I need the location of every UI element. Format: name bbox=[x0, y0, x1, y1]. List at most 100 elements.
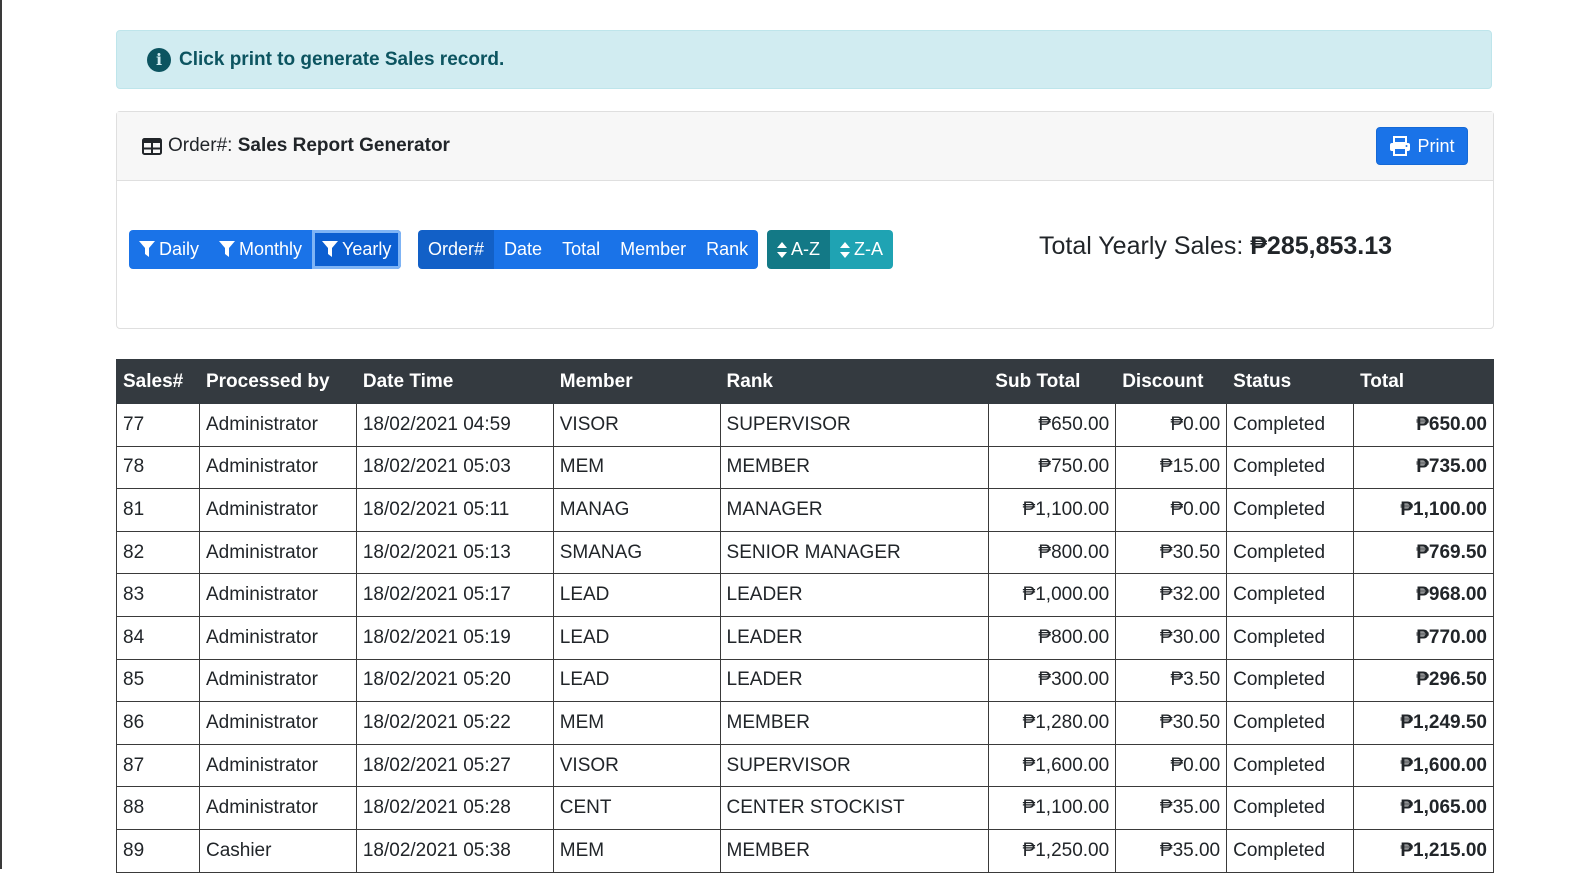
table-cell: Completed bbox=[1226, 488, 1355, 532]
table-cell: LEAD bbox=[552, 615, 721, 660]
table-cell: Completed bbox=[1226, 403, 1355, 447]
filter-monthly-button[interactable]: Monthly bbox=[209, 230, 313, 269]
table-row: 81 Administrator 18/02/2021 05:11 MANAG MANA… bbox=[116, 488, 1494, 532]
table-cell: ₱300.00 bbox=[988, 658, 1117, 703]
sort-member-label: Member bbox=[620, 239, 687, 259]
filter-daily-button[interactable]: Daily bbox=[129, 230, 210, 269]
table-cell: MEMBER bbox=[719, 828, 990, 873]
sort-asc-button[interactable]: A-Z bbox=[767, 230, 830, 269]
window-left-border bbox=[0, 0, 2, 869]
table-cell: ₱1,250.00 bbox=[988, 828, 1117, 873]
table-body: 77 Administrator 18/02/2021 04:59 VISOR SUPE… bbox=[116, 403, 1494, 873]
table-cell: 84 bbox=[116, 615, 200, 660]
alert-text: Click print to generate Sales record. bbox=[179, 48, 505, 70]
column-header: Status bbox=[1226, 359, 1355, 404]
table-cell: MEM bbox=[552, 445, 721, 490]
sort-desc-label: Z-A bbox=[854, 239, 883, 259]
table-cell: Administrator bbox=[198, 573, 357, 617]
table-cell: MANAG bbox=[552, 488, 721, 532]
table-row: 85 Administrator 18/02/2021 05:20 LEAD LEADE… bbox=[116, 658, 1494, 703]
table-cell: ₱296.50 bbox=[1353, 658, 1494, 703]
table-cell: 89 bbox=[116, 828, 200, 873]
table-cell: 18/02/2021 05:22 bbox=[355, 701, 554, 745]
table-cell: 88 bbox=[116, 786, 200, 830]
table-cell: Administrator bbox=[198, 615, 357, 660]
sort-desc-button[interactable]: Z-A bbox=[830, 230, 893, 269]
table-row: 88 Administrator 18/02/2021 05:28 CENT CENTE… bbox=[116, 786, 1494, 830]
table-cell: ₱1,215.00 bbox=[1353, 828, 1494, 873]
table-cell: 18/02/2021 05:27 bbox=[355, 743, 554, 788]
table-cell: ₱0.00 bbox=[1115, 488, 1228, 532]
table-cell: ₱1,100.00 bbox=[1353, 488, 1494, 532]
table-cell: 82 bbox=[116, 530, 200, 575]
table-cell: Administrator bbox=[198, 403, 357, 447]
table-cell: 18/02/2021 05:19 bbox=[355, 615, 554, 660]
filter-monthly-label: Monthly bbox=[239, 239, 303, 259]
table-row: 86 Administrator 18/02/2021 05:22 MEM MEMBER… bbox=[116, 701, 1494, 745]
table-cell: SUPERVISOR bbox=[719, 743, 990, 788]
table-cell: MANAGER bbox=[719, 488, 990, 532]
table-cell: 81 bbox=[116, 488, 200, 532]
card-title: Order#: Sales Report Generator bbox=[142, 135, 450, 157]
filter-daily-label: Daily bbox=[159, 239, 200, 259]
table-cell: ₱1,600.00 bbox=[988, 743, 1117, 788]
table-cell: CENT bbox=[552, 786, 721, 830]
print-button[interactable]: Print bbox=[1376, 127, 1468, 165]
table-cell: ₱750.00 bbox=[988, 445, 1117, 490]
table-cell: MEMBER bbox=[719, 701, 990, 745]
info-circle-icon: i bbox=[147, 47, 171, 72]
print-label: Print bbox=[1417, 135, 1455, 156]
table-cell: Administrator bbox=[198, 488, 357, 532]
table-cell: VISOR bbox=[552, 403, 721, 447]
column-header: Rank bbox=[719, 359, 990, 404]
table-cell: SUPERVISOR bbox=[719, 403, 990, 447]
table-cell: ₱35.00 bbox=[1115, 828, 1228, 873]
report-card: Order#: Sales Report Generator Print Dai… bbox=[116, 111, 1494, 329]
filter-yearly-button[interactable]: Yearly bbox=[312, 230, 402, 269]
column-header: Sales# bbox=[116, 359, 200, 404]
table-cell: ₱15.00 bbox=[1115, 445, 1228, 490]
table-cell: 18/02/2021 05:28 bbox=[355, 786, 554, 830]
table-cell: ₱1,249.50 bbox=[1353, 701, 1494, 745]
table-cell: ₱800.00 bbox=[988, 530, 1117, 575]
table-cell: Administrator bbox=[198, 743, 357, 788]
column-header: Total bbox=[1353, 359, 1494, 404]
table-cell: ₱30.50 bbox=[1115, 530, 1228, 575]
table-cell: ₱1,600.00 bbox=[1353, 743, 1494, 788]
table-cell: ₱968.00 bbox=[1353, 573, 1494, 617]
table-row: 89 Cashier 18/02/2021 05:38 MEM MEMBER ₱1,250… bbox=[116, 828, 1494, 873]
filter-icon bbox=[219, 241, 236, 257]
table-cell: SMANAG bbox=[552, 530, 721, 575]
table-cell: ₱735.00 bbox=[1353, 445, 1494, 490]
table-cell: ₱32.00 bbox=[1115, 573, 1228, 617]
table-cell: ₱650.00 bbox=[988, 403, 1117, 447]
table-cell: LEADER bbox=[719, 658, 990, 703]
table-cell: 83 bbox=[116, 573, 200, 617]
sort-date-button[interactable]: Date bbox=[494, 230, 553, 269]
table-cell: ₱30.50 bbox=[1115, 701, 1228, 745]
sort-rank-button[interactable]: Rank bbox=[696, 230, 759, 269]
filter-yearly-label: Yearly bbox=[342, 239, 392, 259]
table-cell: LEADER bbox=[719, 615, 990, 660]
table-cell: ₱1,100.00 bbox=[988, 786, 1117, 830]
table-cell: ₱0.00 bbox=[1115, 403, 1228, 447]
table-cell: ₱650.00 bbox=[1353, 403, 1494, 447]
table-cell: ₱1,280.00 bbox=[988, 701, 1117, 745]
sort-order-group: A-Z Z-A bbox=[767, 230, 893, 269]
table-row: 78 Administrator 18/02/2021 05:03 MEM MEMBER… bbox=[116, 445, 1494, 490]
table-cell: 86 bbox=[116, 701, 200, 745]
table-cell: ₱770.00 bbox=[1353, 615, 1494, 660]
sort-asc-label: A-Z bbox=[791, 239, 820, 259]
sort-member-button[interactable]: Member bbox=[610, 230, 697, 269]
table-cell: Administrator bbox=[198, 445, 357, 490]
sort-rank-label: Rank bbox=[706, 239, 749, 259]
total-sales-label: Total Yearly Sales: bbox=[1039, 232, 1244, 260]
table-cell: ₱1,000.00 bbox=[988, 573, 1117, 617]
table-cell: 18/02/2021 05:17 bbox=[355, 573, 554, 617]
filter-icon bbox=[322, 241, 339, 257]
table-cell: 77 bbox=[116, 403, 200, 447]
sort-total-button[interactable]: Total bbox=[552, 230, 611, 269]
table-cell: Administrator bbox=[198, 786, 357, 830]
sort-order-number-button[interactable]: Order# bbox=[418, 230, 495, 269]
column-header: Processed by bbox=[198, 359, 357, 404]
